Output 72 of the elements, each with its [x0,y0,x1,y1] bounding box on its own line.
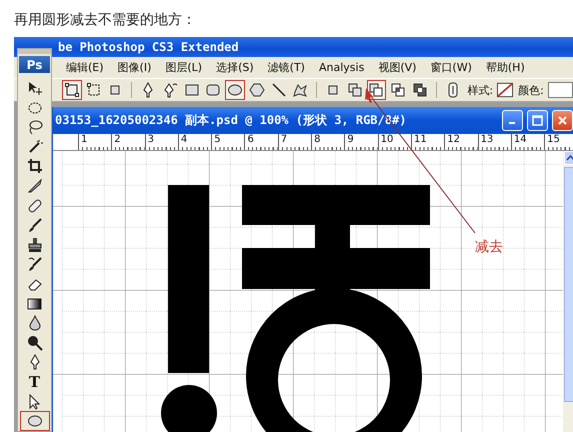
window-title: be Photoshop CS3 Extended [58,40,239,54]
menu-item[interactable]: 图像(I) [118,60,152,75]
color-label: 颜色: [518,82,544,98]
minimize-button[interactable] [502,110,524,131]
brush-icon [26,217,42,234]
stamp-icon [26,236,42,253]
ruler-number: 4 [180,134,188,145]
menu-item[interactable]: 图层(L) [165,60,202,75]
scrollbar[interactable] [563,151,573,432]
cursor-icon [365,88,374,103]
lasso-icon [26,119,42,136]
gradient-icon [26,296,42,312]
menu-item[interactable]: 帮助(H) [486,60,525,75]
subtract-area-icon [368,82,384,98]
ruler-number: 15 [547,134,560,145]
ruler-number: 6 [247,134,254,145]
slice-icon [26,178,42,194]
crop-icon [26,158,42,174]
ellipse-icon [227,82,244,98]
maximize-icon [532,115,544,126]
ruler-number: 9 [347,134,354,145]
ruler-number: 7 [280,134,288,145]
ellipse-tool-button[interactable] [20,411,50,431]
move-icon [26,80,42,96]
maximize-button[interactable] [527,110,548,131]
dodge-icon [26,334,42,351]
polygon-icon [248,82,265,98]
ruler-number: 10 [380,134,394,145]
path-select-icon [26,394,42,410]
custom-shape-icon [292,82,308,98]
freeform-pen-icon [162,82,178,98]
color-swatch[interactable] [548,82,573,98]
magic-wand-icon [26,138,42,155]
style-swatch[interactable] [497,82,514,98]
rectangle-icon [184,82,200,98]
menu-item[interactable]: Analysis [318,61,364,74]
annotation-text: 减去 [475,238,503,256]
menu-item[interactable]: 编辑(E) [66,60,104,75]
menu-item[interactable]: 视图(V) [378,60,416,75]
ruler-number: 8 [314,134,320,145]
exclude-area-icon [412,82,428,98]
menu-item[interactable]: 滤镜(T) [268,60,305,75]
close-icon [557,115,568,126]
ruler-number: 5 [214,134,221,145]
ruler-number: 2 [114,134,121,145]
ruler-number: 3 [148,134,154,145]
close-button[interactable] [552,110,573,131]
shape-layers-button[interactable] [62,80,82,100]
scroll-up-button[interactable] [564,151,573,165]
ruler-number: 14 [514,134,527,145]
rounded-rectangle-icon [205,82,222,98]
menu-item[interactable]: 窗口(W) [430,60,472,75]
paths-icon [86,82,102,98]
ruler-number: 12 [447,134,460,145]
menu-item[interactable]: 选择(S) [216,60,254,75]
intersect-area-icon [390,82,406,98]
ruler-number: 13 [480,134,494,145]
elliptical-marquee-icon [26,100,42,116]
type-tool-button[interactable]: T [22,372,46,392]
scroll-thumb[interactable] [564,167,573,402]
ellipse-button[interactable] [225,80,245,100]
ruler-number: 1 [81,134,88,145]
ruler-number: 11 [414,134,427,145]
line-icon [270,82,287,98]
shape-layers-icon [64,82,80,98]
app-logo: Ps [19,56,50,74]
blur-icon [26,315,42,332]
style-label: 样式: [467,82,494,98]
caption-text: 再用圆形减去不需要的地方： [14,12,196,28]
add-area-icon [346,82,363,98]
history-brush-icon [26,256,42,272]
ellipse-icon [26,413,42,430]
